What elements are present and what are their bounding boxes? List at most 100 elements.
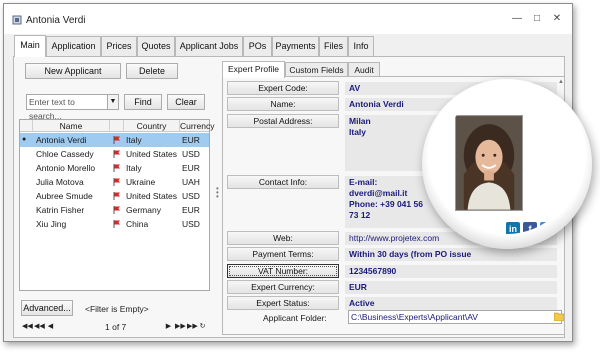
grid-header: Name Country Currency	[20, 120, 214, 132]
row-country: Ukraine	[126, 177, 156, 187]
contact-info-label[interactable]: Contact Info:	[227, 175, 339, 189]
new-applicant-button[interactable]: New Applicant	[25, 63, 121, 79]
title-bar: Antonia Verdi — □ ✕	[4, 4, 572, 34]
close-icon[interactable]: ✕	[548, 12, 566, 26]
search-input[interactable]: Enter text to search...	[26, 94, 108, 121]
column-header-currency[interactable]: Currency	[180, 120, 214, 132]
flag-icon	[113, 178, 120, 186]
flag-icon	[113, 206, 120, 214]
flag-icon	[113, 164, 120, 172]
flag-icon	[113, 192, 120, 200]
linkedin-icon[interactable]: in	[506, 222, 520, 234]
flag-icon	[113, 136, 120, 144]
row-currency: USD	[182, 149, 200, 159]
table-row[interactable]: Katrin Fisher Germany EUR	[20, 203, 209, 217]
row-name: Aubree Smude	[36, 191, 93, 201]
row-country: Italy	[126, 135, 142, 145]
tab-custom-fields[interactable]: Custom Fields	[285, 62, 348, 77]
magnifier-lens: in f t	[437, 94, 577, 234]
row-name: Antonia Verdi	[36, 135, 87, 145]
first-page-icon[interactable]: ◀◀	[22, 322, 33, 332]
scroll-up-icon[interactable]: ▲	[558, 79, 564, 85]
app-icon	[12, 15, 22, 25]
row-currency: UAH	[182, 177, 200, 187]
column-header-country[interactable]: Country	[124, 120, 180, 132]
applicant-grid: Name Country Currency ● Antonia Verdi It…	[19, 119, 214, 291]
minimize-icon[interactable]: —	[508, 12, 526, 26]
find-button[interactable]: Find	[124, 94, 162, 110]
table-row[interactable]: Aubree Smude United States USD	[20, 189, 209, 203]
window-title: Antonia Verdi	[26, 15, 86, 26]
delete-button[interactable]: Delete	[126, 63, 178, 79]
expert-photo	[455, 115, 523, 211]
expert-code-label[interactable]: Expert Code:	[227, 81, 339, 95]
prev-page-icon[interactable]: ◀	[46, 322, 55, 332]
name-label[interactable]: Name:	[227, 97, 339, 111]
tab-payments[interactable]: Payments	[272, 36, 319, 56]
expert-status-value[interactable]: Active	[345, 297, 557, 310]
tab-expert-profile[interactable]: Expert Profile	[222, 61, 285, 78]
next-page-icon[interactable]: ▶	[164, 322, 173, 332]
row-selected-icon: ●	[22, 136, 27, 143]
row-name: Xiu Jing	[36, 219, 67, 229]
expert-currency-label[interactable]: Expert Currency:	[227, 280, 339, 294]
advanced-button[interactable]: Advanced...	[21, 300, 73, 316]
column-header-name[interactable]: Name	[33, 120, 110, 132]
row-currency: EUR	[182, 205, 200, 215]
tab-prices[interactable]: Prices	[101, 36, 137, 56]
row-currency: USD	[182, 191, 200, 201]
tab-application[interactable]: Application	[46, 36, 101, 56]
photo-magnifier: in f t	[422, 79, 592, 249]
table-row[interactable]: Xiu Jing China USD	[20, 217, 209, 231]
record-navigator: ◀◀ ◀◀ ◀ 1 of 7 ▶ ▶▶ ▶▶ ↻	[19, 319, 210, 335]
refresh-icon[interactable]: ↻	[198, 322, 207, 332]
table-row[interactable]: Antonio Morello Italy EUR	[20, 161, 209, 175]
row-name: Antonio Morello	[36, 163, 96, 173]
search-dropdown-icon[interactable]: ▼	[108, 94, 119, 110]
splitter-handle-icon[interactable]: • • •	[216, 185, 219, 201]
vat-number-label[interactable]: VAT Number:	[227, 264, 339, 278]
facebook-icon[interactable]: f	[523, 222, 537, 234]
expert-currency-value[interactable]: EUR	[345, 281, 557, 294]
payment-terms-label[interactable]: Payment Terms:	[227, 247, 339, 261]
tab-files[interactable]: Files	[319, 36, 348, 56]
tab-quotes[interactable]: Quotes	[137, 36, 175, 56]
applicant-folder-label: Applicant Folder:	[263, 313, 327, 323]
grid-header-indicator	[20, 120, 33, 132]
row-country: United States	[126, 191, 178, 201]
tab-pos[interactable]: POs	[243, 36, 272, 56]
twitter-icon[interactable]: t	[540, 222, 554, 234]
vat-number-value[interactable]: 1234567890	[345, 265, 557, 278]
folder-icon[interactable]	[554, 312, 564, 321]
web-label[interactable]: Web:	[227, 231, 339, 245]
tab-audit[interactable]: Audit	[348, 62, 380, 77]
row-name: Julia Motova	[36, 177, 84, 187]
payment-terms-value[interactable]: Within 30 days (from PO issue	[345, 248, 557, 261]
flag-icon	[113, 150, 120, 158]
row-currency: EUR	[182, 163, 200, 173]
prev-page-fast-icon[interactable]: ◀◀	[34, 322, 45, 332]
postal-address-label[interactable]: Postal Address:	[227, 114, 339, 128]
row-name: Katrin Fisher	[36, 205, 85, 215]
table-row[interactable]: Julia Motova Ukraine UAH	[20, 175, 209, 189]
page-indicator: 1 of 7	[105, 322, 127, 332]
tab-applicant-jobs[interactable]: Applicant Jobs	[175, 36, 243, 56]
tab-main[interactable]: Main	[14, 35, 46, 57]
clear-button[interactable]: Clear	[167, 94, 205, 110]
table-row[interactable]: ● Antonia Verdi Italy EUR	[20, 133, 209, 147]
filter-status: <Filter is Empty>	[85, 304, 149, 314]
row-currency: USD	[182, 219, 200, 229]
row-country: Italy	[126, 163, 142, 173]
applicant-folder-field[interactable]: C:\Business\Experts\Applicant\AV	[348, 310, 562, 324]
last-page-icon[interactable]: ▶▶	[187, 322, 198, 332]
table-row[interactable]: Chloe Cassedy United States USD	[20, 147, 209, 161]
row-currency: EUR	[182, 135, 200, 145]
expert-status-label[interactable]: Expert Status:	[227, 296, 339, 310]
flag-icon	[113, 220, 120, 228]
tab-info[interactable]: Info	[348, 36, 374, 56]
next-page-fast-icon[interactable]: ▶▶	[175, 322, 186, 332]
row-country: China	[126, 219, 149, 229]
maximize-icon[interactable]: □	[528, 12, 546, 26]
row-country: United States	[126, 149, 178, 159]
row-country: Germany	[126, 205, 161, 215]
